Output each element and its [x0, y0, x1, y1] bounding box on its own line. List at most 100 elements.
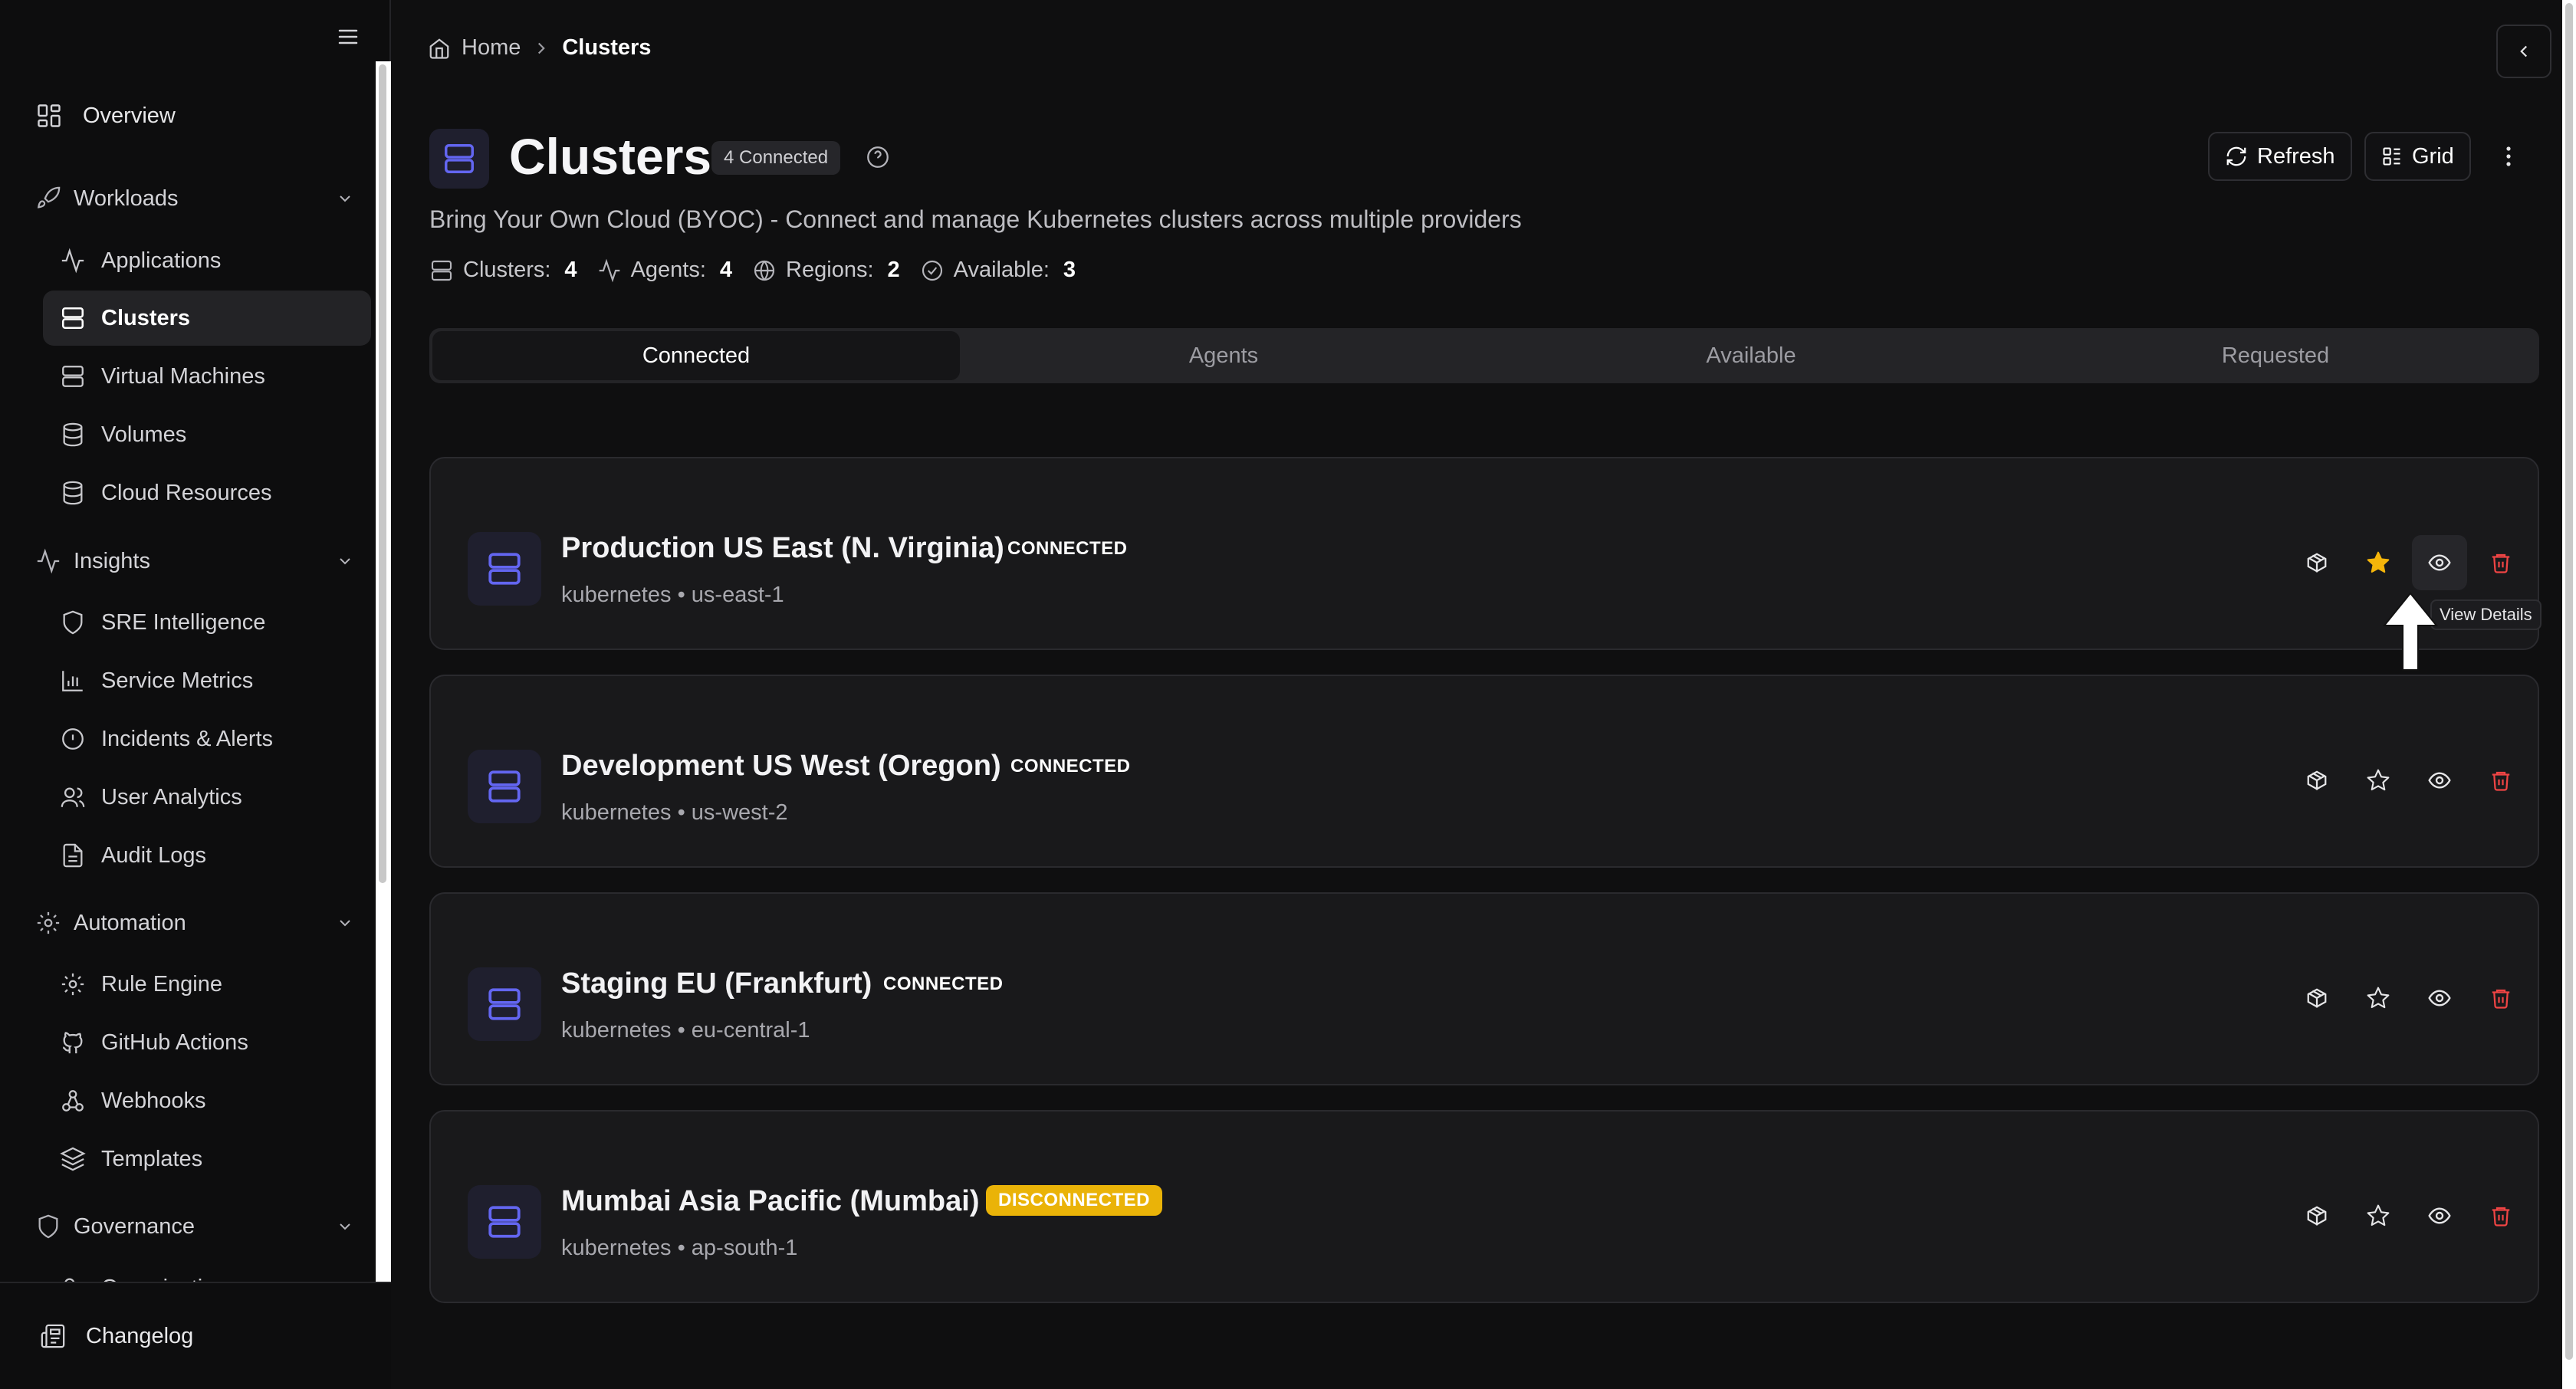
database-icon	[63, 481, 83, 505]
favorite-button[interactable]	[2351, 1188, 2406, 1243]
cluster-resources-button[interactable]	[2289, 1188, 2344, 1243]
refresh-label: Refresh	[2257, 143, 2335, 169]
cluster-resources-button[interactable]	[2289, 535, 2344, 590]
delete-button[interactable]	[2473, 753, 2528, 808]
delete-button[interactable]	[2473, 535, 2528, 590]
star-icon	[2367, 987, 2390, 1009]
sidebar-item-label: Cloud Resources	[101, 480, 272, 505]
sidebar-item-incidents-alerts[interactable]: Incidents & Alerts	[43, 711, 371, 767]
delete-button[interactable]	[2473, 970, 2528, 1026]
view-details-button[interactable]	[2412, 753, 2467, 808]
tab-agents[interactable]: Agents	[960, 331, 1487, 380]
sidebar-group-workloads[interactable]: Workloads	[35, 176, 357, 222]
connected-count-badge: 4 Connected	[711, 141, 841, 175]
favorite-button[interactable]	[2351, 535, 2406, 590]
meta-separator: •	[677, 583, 685, 607]
sidebar: Overview Workloads Applications Clusters…	[0, 0, 391, 1389]
grid-view-button[interactable]: Grid	[2364, 132, 2471, 181]
settings-icon	[61, 973, 84, 996]
eye-icon	[2428, 772, 2451, 789]
tab-available[interactable]: Available	[1487, 331, 2015, 380]
breadcrumb-home-link[interactable]: Home	[462, 35, 521, 61]
cluster-tabs: Connected Agents Available Requested	[429, 328, 2539, 383]
collapse-panel-button[interactable]	[2496, 25, 2551, 78]
alert-circle-icon	[62, 728, 84, 750]
server-icon	[62, 366, 84, 387]
sidebar-item-volumes[interactable]: Volumes	[43, 407, 371, 462]
sidebar-item-user-analytics[interactable]: User Analytics	[43, 770, 371, 825]
grid-icon	[2383, 147, 2400, 166]
more-options-button[interactable]	[2493, 141, 2524, 172]
grid-label: Grid	[2412, 143, 2454, 169]
stat-label: Regions:	[786, 258, 874, 282]
cluster-card[interactable]: Staging EU (Frankfurt) CONNECTED kuberne…	[429, 892, 2539, 1085]
sidebar-item-rule-engine[interactable]: Rule Engine	[43, 957, 371, 1012]
changelog-link[interactable]: Changelog	[40, 1317, 193, 1355]
cluster-card[interactable]: Mumbai Asia Pacific (Mumbai) DISCONNECTE…	[429, 1110, 2539, 1303]
cluster-resources-button[interactable]	[2289, 970, 2344, 1026]
eye-icon	[2428, 554, 2451, 571]
users-icon	[61, 787, 85, 807]
sidebar-group-automation[interactable]: Automation	[35, 900, 357, 946]
github-icon	[62, 1032, 83, 1054]
sidebar-group-governance[interactable]: Governance	[35, 1203, 357, 1249]
sidebar-item-github-actions[interactable]: GitHub Actions	[43, 1015, 371, 1070]
cluster-region: us-west-2	[691, 800, 788, 825]
sidebar-item-service-metrics[interactable]: Service Metrics	[43, 653, 371, 708]
stat-clusters: Clusters: 4	[429, 258, 577, 283]
tab-connected[interactable]: Connected	[432, 331, 960, 380]
sidebar-group-insights[interactable]: Insights	[35, 538, 357, 584]
sidebar-nav: Overview Workloads Applications Clusters…	[0, 0, 391, 1282]
cluster-card[interactable]: Production US East (N. Virginia) CONNECT…	[429, 457, 2539, 650]
cluster-resources-button[interactable]	[2289, 753, 2344, 808]
chevron-down-icon	[340, 1223, 350, 1230]
cluster-icon	[468, 1185, 541, 1259]
cluster-type: kubernetes	[561, 800, 672, 825]
stat-value: 4	[564, 258, 577, 282]
stat-value: 4	[719, 258, 733, 282]
cluster-meta: kubernetes • us-east-1	[561, 583, 784, 608]
chevron-down-icon	[340, 920, 350, 927]
sidebar-item-templates[interactable]: Templates	[43, 1131, 371, 1187]
server-icon	[488, 988, 521, 1020]
stat-label: Clusters:	[463, 258, 551, 282]
sidebar-item-applications[interactable]: Applications	[43, 233, 371, 288]
help-button[interactable]	[865, 144, 891, 170]
refresh-icon	[2226, 146, 2246, 166]
trash-icon	[2492, 553, 2510, 573]
sidebar-scrollbar-thumb[interactable]	[379, 64, 386, 883]
view-details-button[interactable]	[2412, 1188, 2467, 1243]
cluster-icon	[468, 967, 541, 1041]
cluster-card[interactable]: Development US West (Oregon) CONNECTED k…	[429, 675, 2539, 868]
tab-requested[interactable]: Requested	[2012, 331, 2539, 380]
sidebar-item-overview[interactable]: Overview	[35, 93, 176, 139]
sidebar-item-sre-intelligence[interactable]: SRE Intelligence	[43, 595, 371, 650]
sidebar-toggle-button[interactable]	[334, 23, 362, 51]
sidebar-item-cloud-resources[interactable]: Cloud Resources	[43, 465, 371, 520]
changelog-label: Changelog	[86, 1323, 194, 1348]
sidebar-item-virtual-machines[interactable]: Virtual Machines	[43, 349, 371, 404]
view-details-button[interactable]	[2412, 970, 2467, 1026]
sidebar-item-webhooks[interactable]: Webhooks	[43, 1073, 371, 1128]
delete-button[interactable]	[2473, 1188, 2528, 1243]
refresh-button[interactable]: Refresh	[2208, 132, 2352, 181]
database-icon	[63, 422, 83, 447]
globe-icon	[754, 260, 775, 281]
favorite-button[interactable]	[2351, 753, 2406, 808]
stat-regions: Regions: 2	[752, 258, 900, 283]
view-details-button[interactable]	[2412, 535, 2467, 590]
favorite-button[interactable]	[2351, 970, 2406, 1026]
meta-separator: •	[677, 1018, 685, 1043]
page-scrollbar-thumb[interactable]	[2565, 3, 2573, 1360]
cluster-type: kubernetes	[561, 1236, 672, 1260]
cluster-type: kubernetes	[561, 1018, 672, 1043]
users-icon	[64, 1278, 75, 1282]
sidebar-footer: Changelog	[0, 1282, 391, 1389]
sidebar-item-audit-logs[interactable]: Audit Logs	[43, 828, 371, 883]
trash-icon	[2492, 771, 2510, 791]
sidebar-item-organization[interactable]: Organization	[43, 1260, 371, 1282]
clusters-header-icon	[429, 129, 489, 189]
sidebar-item-clusters[interactable]: Clusters	[43, 291, 371, 346]
eye-icon	[2428, 1207, 2451, 1224]
trash-icon	[2492, 989, 2510, 1009]
